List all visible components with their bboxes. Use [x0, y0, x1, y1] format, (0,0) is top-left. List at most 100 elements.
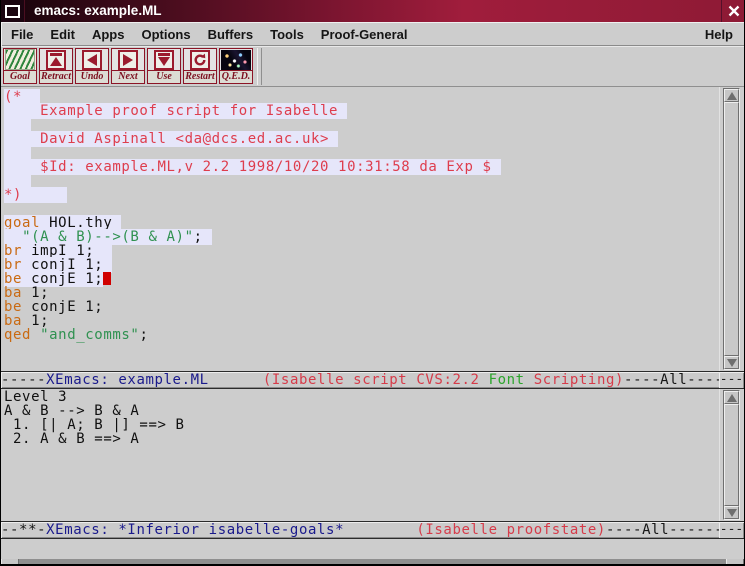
code-line: ba 1;	[4, 286, 721, 300]
text-segment: XEmacs: *Inferior isabelle-goals*	[46, 522, 344, 538]
goals-line: Level 3	[4, 390, 721, 404]
script-scroll-up-button[interactable]	[724, 89, 739, 102]
modeline-script-gutter: ---	[719, 371, 744, 389]
code-line: qed "and_comms";	[4, 328, 721, 342]
menu-item-buffers[interactable]: Buffers	[208, 27, 254, 42]
code-line: be conjE 1;	[4, 300, 721, 314]
minibuffer[interactable]	[1, 539, 744, 559]
undo-button-label: Undo	[76, 70, 108, 83]
menu-item-tools[interactable]: Tools	[270, 27, 304, 42]
code-line: *)	[4, 188, 721, 202]
menubar: File Edit Apps Options Buffers Tools Proof-Gen…	[1, 22, 744, 46]
text-cursor	[103, 272, 111, 285]
window-menu-button[interactable]	[1, 0, 24, 22]
undo-button[interactable]: Undo	[75, 48, 109, 84]
modeline-script: -----XEmacs: example.ML (Isabelle script…	[1, 371, 721, 389]
goals-scroll-down-button[interactable]	[724, 506, 739, 519]
use-icon	[154, 50, 174, 70]
code-line: David Aspinall <da@dcs.ed.ac.uk>	[4, 132, 721, 146]
menu-item-options[interactable]: Options	[141, 27, 190, 42]
script-buffer[interactable]: (* Example proof script for Isabelle Dav…	[1, 87, 721, 371]
code-line: be conjE 1;	[4, 272, 721, 286]
goals-scrollbar-track[interactable]	[723, 390, 740, 520]
goal-button-label: Goal	[4, 70, 36, 83]
menu-item-apps[interactable]: Apps	[92, 27, 125, 42]
use-button[interactable]: Use	[147, 48, 181, 84]
code-line: ba 1;	[4, 314, 721, 328]
close-icon	[728, 5, 740, 17]
qed-button[interactable]: Q.E.D.	[219, 48, 253, 84]
restart-button[interactable]: Restart	[183, 48, 217, 84]
text-segment: Font	[489, 372, 525, 388]
modeline-script-text: -----XEmacs: example.ML (Isabelle script…	[1, 372, 721, 388]
text-segment	[31, 327, 40, 343]
code-line	[4, 146, 721, 160]
use-button-label: Use	[148, 70, 180, 83]
text-segment: --**-	[1, 522, 46, 538]
toolbar-separator	[257, 48, 262, 85]
menu-item-proof-general[interactable]: Proof-General	[321, 27, 408, 42]
titlebar: emacs: example.ML	[1, 0, 745, 22]
code-line: "(A & B)-->(B & A)";	[4, 230, 721, 244]
code-line: br conjI 1;	[4, 258, 721, 272]
code-line	[4, 118, 721, 132]
text-segment: "and_comms"	[40, 327, 139, 343]
text-segment: David Aspinall <da@dcs.ed.ac.uk>	[4, 131, 338, 147]
text-segment: qed	[4, 327, 31, 343]
goals-line: 2. A & B ==> A	[4, 432, 721, 446]
goals-buffer[interactable]: Level 3A & B --> B & A 1. [| A; B |] ==>…	[1, 389, 721, 521]
goals-scrollbar-gutter	[719, 389, 744, 521]
retract-button-label: Retract	[40, 70, 72, 83]
text-segment: ;	[139, 327, 148, 343]
modeline-goals: --**-XEmacs: *Inferior isabelle-goals* (…	[1, 521, 721, 539]
window-title: emacs: example.ML	[24, 0, 721, 22]
text-segment: ----All---------	[606, 522, 721, 538]
goals-scroll-up-button[interactable]	[724, 391, 739, 404]
modeline-goals-gutter: ---	[719, 521, 744, 539]
goal-icon	[5, 49, 35, 70]
script-scrollbar-gutter	[719, 87, 744, 371]
goal-button[interactable]: Goal	[3, 48, 37, 84]
retract-icon	[46, 50, 66, 70]
qed-button-label: Q.E.D.	[220, 70, 252, 83]
qed-icon	[221, 50, 251, 70]
code-line: goal HOL.thy	[4, 216, 721, 230]
xemacs-window: emacs: example.ML File Edit Apps Options Buf…	[0, 0, 745, 566]
text-segment: $Id: example.ML,v 2.2 1998/10/20 10:31:5…	[4, 159, 501, 175]
text-segment: -----	[1, 372, 46, 388]
next-button[interactable]: Next	[111, 48, 145, 84]
menubar-left: File Edit Apps Options Buffers Tools Proof-Gen…	[1, 27, 705, 42]
arrow-down-icon	[727, 359, 737, 367]
goals-scrollbar-thumb[interactable]	[724, 404, 739, 506]
arrow-up-icon	[727, 394, 737, 402]
retract-button[interactable]: Retract	[39, 48, 73, 84]
text-segment: *)	[4, 187, 67, 203]
text-segment: Scripting)	[525, 372, 624, 388]
toolbar: Goal Retract Undo Next Use Restart	[1, 46, 744, 87]
restart-icon	[190, 50, 210, 70]
script-scroll-down-button[interactable]	[724, 356, 739, 369]
text-segment: ----All--------	[624, 372, 721, 388]
text-segment: (Isabelle proofstate)	[416, 522, 606, 538]
code-line	[4, 174, 721, 188]
script-scrollbar-track[interactable]	[723, 88, 740, 370]
undo-icon	[82, 50, 102, 70]
text-segment: XEmacs: example.ML	[46, 372, 209, 388]
code-line: Example proof script for Isabelle	[4, 104, 721, 118]
code-line	[4, 202, 721, 216]
close-button[interactable]	[721, 0, 745, 22]
next-button-label: Next	[112, 70, 144, 83]
arrow-up-icon	[727, 92, 737, 100]
code-line: br impI 1;	[4, 244, 721, 258]
goals-line: 1. [| A; B |] ==> B	[4, 418, 721, 432]
menu-item-file[interactable]: File	[11, 27, 33, 42]
text-segment: Example proof script for Isabelle	[4, 103, 347, 119]
menu-item-help[interactable]: Help	[705, 27, 744, 42]
code-line: (*	[4, 90, 721, 104]
menu-item-edit[interactable]: Edit	[50, 27, 75, 42]
script-scrollbar-thumb[interactable]	[724, 102, 739, 356]
arrow-down-icon	[727, 509, 737, 517]
text-segment: (Isabelle script CVS:2.2	[263, 372, 489, 388]
restart-button-label: Restart	[184, 70, 216, 83]
goals-line: A & B --> B & A	[4, 404, 721, 418]
